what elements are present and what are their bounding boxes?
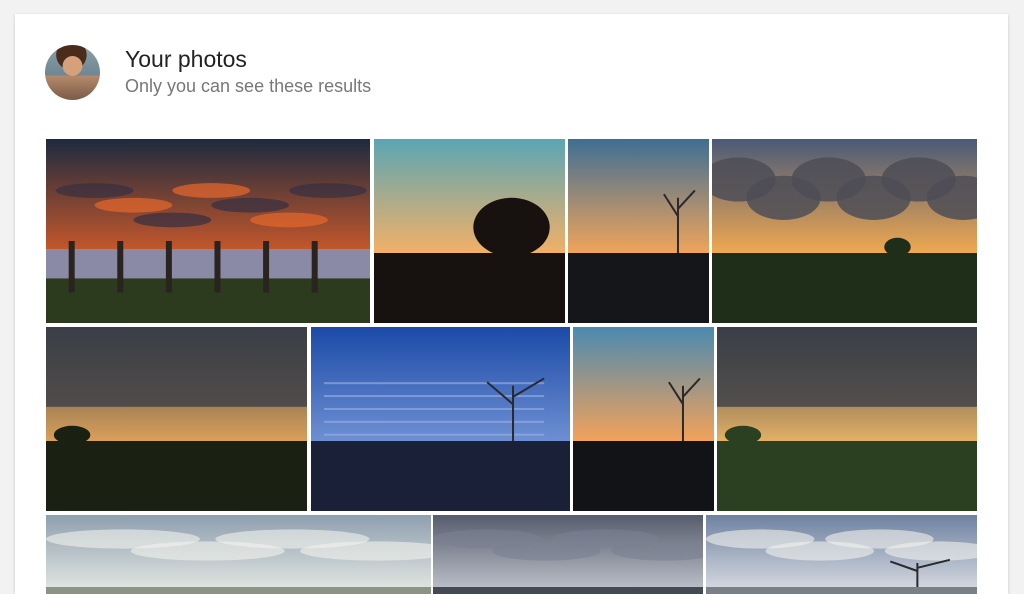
card-title: Your photos <box>125 46 247 72</box>
photo-thumbnail[interactable] <box>311 327 570 511</box>
photos-card: Your photos Only you can see these resul… <box>15 14 1008 594</box>
photo-thumbnail[interactable] <box>433 515 703 594</box>
card-subtitle: Only you can see these results <box>125 76 372 96</box>
photo-thumbnail[interactable] <box>568 139 709 323</box>
photo-thumbnail[interactable] <box>46 327 307 511</box>
photo-thumbnail[interactable] <box>374 139 565 323</box>
photo-thumbnail[interactable] <box>712 139 977 323</box>
photo-thumbnail[interactable] <box>717 327 977 511</box>
photo-thumbnail[interactable] <box>573 327 714 511</box>
avatar[interactable] <box>45 45 100 100</box>
photo-thumbnail[interactable] <box>46 139 370 323</box>
photo-thumbnail[interactable] <box>46 515 431 594</box>
photo-thumbnail[interactable] <box>706 515 977 594</box>
